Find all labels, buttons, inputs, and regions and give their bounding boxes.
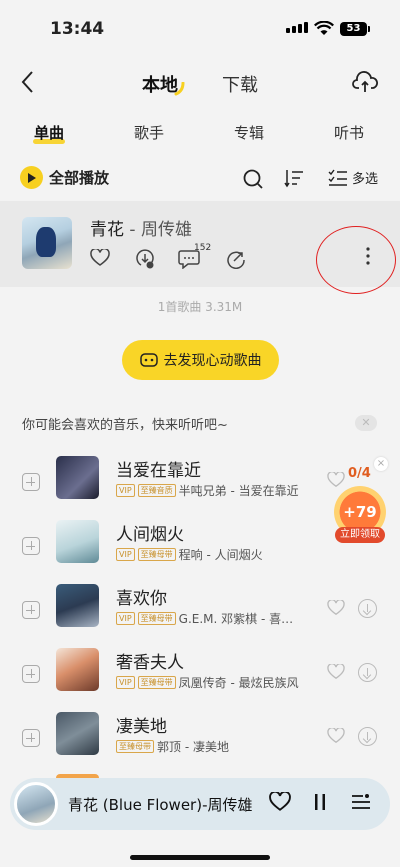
search-icon[interactable]	[242, 168, 264, 190]
quality-tag: 至臻母带	[137, 676, 176, 689]
top-nav: 本地 下载	[0, 64, 400, 104]
recommend-title: 你可能会喜欢的音乐，快来听听吧~	[22, 418, 228, 433]
tab-singles[interactable]: 单曲	[34, 122, 64, 143]
back-icon[interactable]	[20, 70, 34, 94]
song-detail: 郭顶 - 凄美地	[157, 740, 229, 754]
add-icon[interactable]	[22, 537, 40, 555]
heart-icon[interactable]	[327, 600, 345, 616]
play-icon	[20, 166, 43, 189]
pause-icon[interactable]	[313, 792, 327, 812]
heart-icon[interactable]	[269, 792, 291, 812]
song-name: 人间烟火	[116, 525, 184, 545]
add-icon[interactable]	[22, 473, 40, 491]
song-cover	[56, 648, 99, 691]
vip-tag: VIP	[116, 484, 135, 497]
claim-reward-button[interactable]: 立即领取	[335, 527, 385, 543]
vip-tag: VIP	[116, 548, 135, 561]
close-recommend-button[interactable]: ✕	[355, 415, 377, 431]
song-count-summary: 1首歌曲 3.31M	[157, 300, 243, 314]
song-detail: G.E.M. 邓紫棋 - 喜…	[178, 612, 294, 626]
home-indicator	[130, 855, 270, 860]
download-icon[interactable]	[358, 663, 377, 682]
song-name: 奢香夫人	[116, 653, 184, 673]
active-tab-mark	[174, 82, 185, 96]
signal-icon	[286, 22, 308, 33]
tab-audiobooks[interactable]: 听书	[334, 122, 364, 143]
recommended-song[interactable]: 奢香夫人 VIP 至臻母带 凤凰传奇 - 最炫民族风	[0, 648, 400, 712]
quality-tag: 至臻母带	[137, 548, 176, 561]
title-separator: -	[124, 220, 141, 240]
song-title-line: 青花 - 周传雄	[90, 215, 192, 240]
multi-select-label: 多选	[352, 172, 379, 187]
song-artist: 周传雄	[140, 220, 192, 240]
tab-albums[interactable]: 专辑	[234, 122, 264, 143]
recommended-song[interactable]: 凄美地 至臻母带 郭顶 - 凄美地	[0, 712, 400, 776]
play-all-button[interactable]: 全部播放	[20, 166, 109, 189]
add-icon[interactable]	[22, 665, 40, 683]
discover-icon	[139, 353, 158, 367]
song-meta: VIP 至臻音质 半吨兄弟 - 当爱在靠近	[116, 482, 299, 499]
add-icon[interactable]	[22, 729, 40, 747]
song-detail: 程响 - 人间烟火	[178, 548, 263, 562]
status-time: 13:44	[50, 19, 105, 39]
battery-icon: 53	[340, 22, 370, 36]
downloaded-icon[interactable]	[134, 249, 156, 269]
cloud-music-icon[interactable]	[352, 70, 378, 94]
multi-select-button[interactable]: 多选	[328, 168, 378, 187]
vip-tag: VIP	[116, 612, 135, 625]
reward-progress: 0/4	[348, 466, 371, 481]
quality-tag: 至臻母带	[137, 612, 176, 625]
song-cover	[56, 584, 99, 627]
song-name: 当爱在靠近	[116, 461, 201, 481]
list-controls: 全部播放 多选	[0, 162, 400, 196]
player-cover	[14, 782, 58, 826]
recommended-song[interactable]: 喜欢你 VIP 至臻母带 G.E.M. 邓紫棋 - 喜…	[0, 584, 400, 648]
heart-icon[interactable]	[327, 728, 345, 744]
tab-local[interactable]: 本地	[142, 71, 178, 97]
mini-player[interactable]: 青花 (Blue Flower)-周传雄	[10, 778, 390, 830]
vip-tag: VIP	[116, 676, 135, 689]
multi-select-icon	[328, 169, 347, 186]
download-icon[interactable]	[358, 599, 377, 618]
song-meta: VIP 至臻母带 G.E.M. 邓紫棋 - 喜…	[116, 610, 293, 627]
close-reward-button[interactable]: ×	[374, 457, 388, 471]
play-all-label: 全部播放	[49, 169, 110, 187]
quality-tag: 至臻音质	[137, 484, 176, 497]
song-name: 凄美地	[116, 717, 167, 737]
highlight-circle	[316, 226, 396, 294]
reward-widget[interactable]: 0/4 × +79 立即领取	[326, 457, 392, 552]
download-icon[interactable]	[358, 727, 377, 746]
song-meta: 至臻母带 郭顶 - 凄美地	[116, 738, 229, 755]
quality-tag: 至臻母带	[116, 740, 154, 753]
heart-icon[interactable]	[327, 664, 345, 680]
song-detail: 凤凰传奇 - 最炫民族风	[178, 676, 299, 690]
add-icon[interactable]	[22, 601, 40, 619]
song-name: 喜欢你	[116, 589, 167, 609]
song-cover	[56, 520, 99, 563]
playlist-icon[interactable]	[351, 792, 371, 812]
tab-artists[interactable]: 歌手	[134, 122, 164, 143]
song-cover	[56, 712, 99, 755]
song-detail: 半吨兄弟 - 当爱在靠近	[178, 484, 299, 498]
discover-label: 去发现心动歌曲	[163, 353, 262, 369]
song-meta: VIP 至臻母带 凤凰传奇 - 最炫民族风	[116, 674, 299, 691]
song-title: 青花	[90, 220, 124, 240]
status-bar: 13:44 53	[0, 0, 400, 58]
wifi-icon	[314, 21, 334, 35]
song-cover	[56, 456, 99, 499]
share-icon[interactable]	[226, 249, 246, 269]
sort-icon[interactable]	[284, 168, 304, 188]
heart-icon[interactable]	[90, 249, 110, 267]
song-meta: VIP 至臻母带 程响 - 人间烟火	[116, 546, 263, 563]
player-title: 青花 (Blue Flower)-周传雄	[68, 796, 253, 814]
comment-count: 152	[194, 243, 212, 253]
album-cover	[22, 217, 72, 269]
local-music-page: 13:44 53 本地 下载 单曲 歌手 专辑 听书 全部播放 多选 青花 - …	[0, 0, 400, 867]
tab-download[interactable]: 下载	[222, 71, 258, 97]
discover-songs-button[interactable]: 去发现心动歌曲	[122, 340, 279, 380]
category-tabs: 单曲 歌手 专辑 听书	[0, 118, 400, 148]
